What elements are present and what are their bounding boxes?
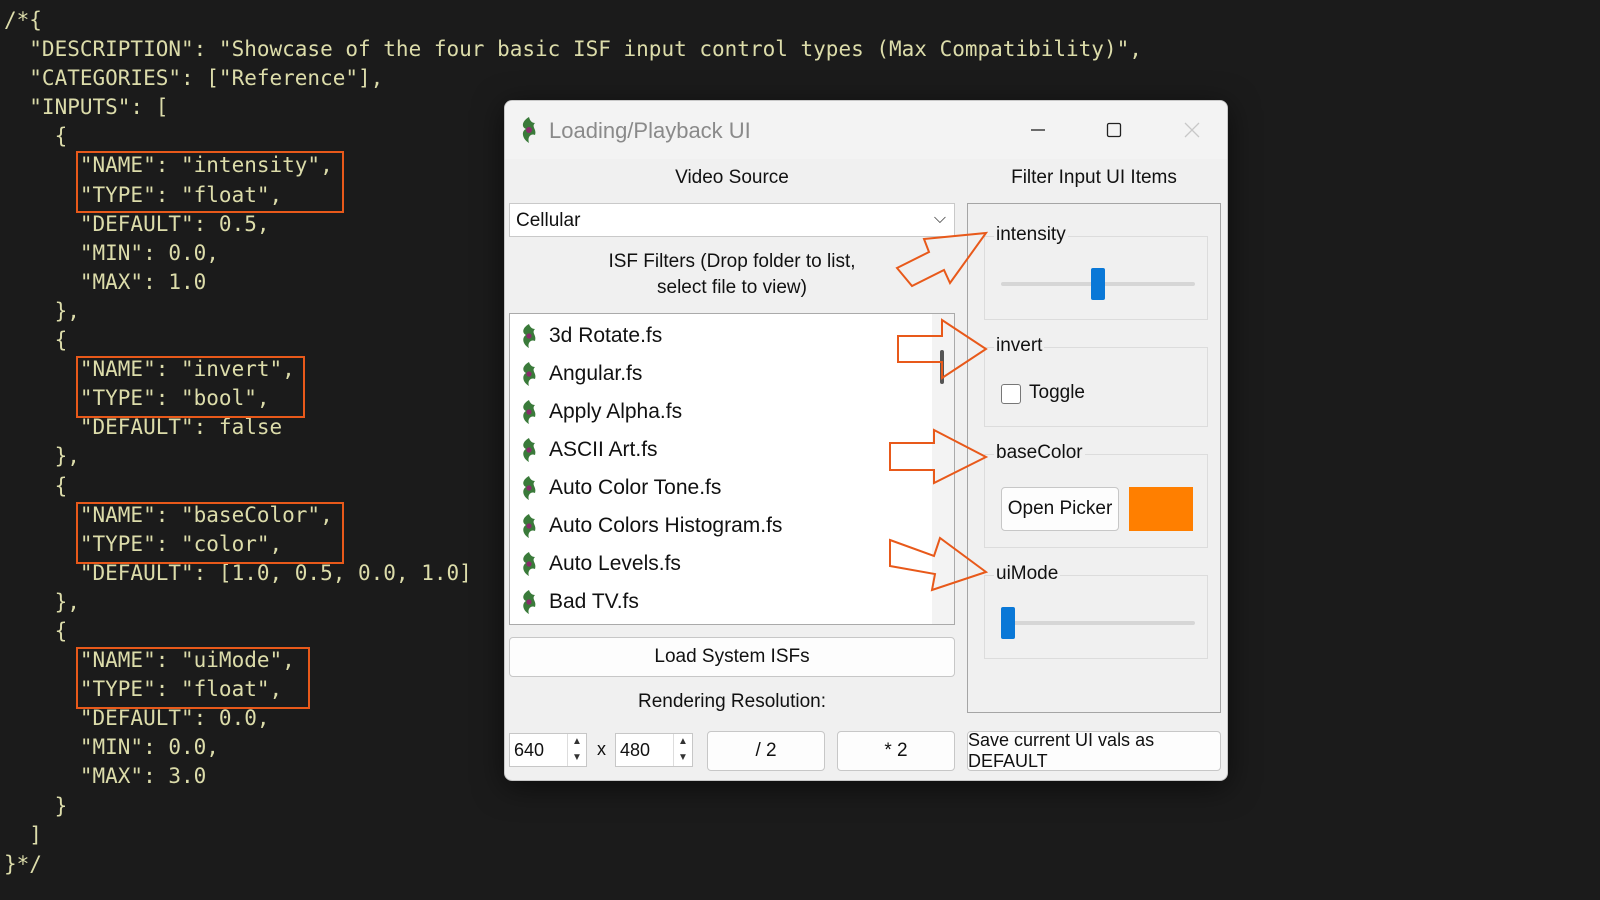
open-picker-button[interactable]: Open Picker bbox=[1001, 487, 1119, 531]
half-resolution-button[interactable]: / 2 bbox=[707, 731, 825, 771]
uimode-slider-track[interactable] bbox=[1001, 621, 1195, 625]
resolution-width-value: 640 bbox=[514, 740, 545, 760]
spin-arrows-icon[interactable]: ▲ ▼ bbox=[673, 734, 692, 766]
resolution-width-spinbox[interactable]: 640 ▲ ▼ bbox=[509, 733, 587, 767]
resolution-separator: x bbox=[597, 739, 606, 759]
video-source-label: Video Source bbox=[675, 167, 789, 188]
uimode-group bbox=[984, 575, 1208, 659]
code-line: "DESCRIPTION": "Showcase of the four bas… bbox=[4, 37, 1142, 62]
basecolor-label: baseColor bbox=[994, 442, 1085, 464]
uimode-label: uiMode bbox=[994, 563, 1061, 585]
uimode-slider-handle[interactable] bbox=[1001, 607, 1015, 639]
highlight-box-uimode bbox=[76, 647, 310, 709]
file-icon bbox=[523, 362, 536, 386]
file-icon bbox=[523, 514, 536, 538]
list-scrollbar[interactable] bbox=[932, 314, 954, 624]
minimize-icon[interactable] bbox=[1015, 113, 1061, 147]
file-icon bbox=[523, 400, 536, 424]
app-icon bbox=[522, 117, 536, 143]
invert-toggle-label: Toggle bbox=[1029, 382, 1085, 403]
file-icon bbox=[523, 476, 536, 500]
load-system-isfs-button[interactable]: Load System ISFs bbox=[509, 637, 955, 677]
list-item-label: Apply Alpha.fs bbox=[549, 400, 683, 423]
list-item[interactable]: 3d Rotate.fs bbox=[518, 317, 662, 355]
list-item[interactable]: Apply Alpha.fs bbox=[518, 393, 682, 431]
invert-checkbox[interactable] bbox=[1001, 384, 1021, 404]
invert-group: Toggle bbox=[984, 347, 1208, 427]
list-item-label: ASCII Art.fs bbox=[549, 438, 658, 461]
intensity-slider-handle[interactable] bbox=[1091, 268, 1105, 300]
highlight-box-invert bbox=[76, 356, 305, 418]
title-bar[interactable]: Loading/Playback UI bbox=[505, 101, 1227, 159]
invert-label: invert bbox=[994, 335, 1045, 357]
basecolor-group: Open Picker bbox=[984, 454, 1208, 548]
color-swatch[interactable] bbox=[1129, 487, 1193, 531]
resolution-height-spinbox[interactable]: 480 ▲ ▼ bbox=[615, 733, 693, 767]
code-line: }*/ bbox=[4, 851, 42, 876]
isf-filters-label-line2: select file to view) bbox=[657, 277, 807, 298]
list-item-label: Auto Color Tone.fs bbox=[549, 476, 722, 499]
spin-arrows-icon[interactable]: ▲ ▼ bbox=[567, 734, 586, 766]
playback-window: Loading/Playback UI Video Source Filter … bbox=[504, 100, 1228, 781]
isf-filters-label: ISF Filters (Drop folder to list, select… bbox=[509, 249, 955, 301]
chevron-down-icon: ⌵ bbox=[933, 210, 946, 227]
file-icon bbox=[523, 590, 536, 614]
intensity-group bbox=[984, 236, 1208, 320]
code-line: /*{ bbox=[4, 8, 42, 32]
maximize-icon[interactable] bbox=[1091, 113, 1137, 147]
file-icon bbox=[523, 552, 536, 576]
list-item-label: Auto Colors Histogram.fs bbox=[549, 514, 783, 537]
code-line: "CATEGORIES": ["Reference"], bbox=[4, 66, 384, 91]
double-resolution-button[interactable]: * 2 bbox=[837, 731, 955, 771]
filter-panel-label: Filter Input UI Items bbox=[1011, 167, 1177, 188]
file-icon bbox=[523, 438, 536, 462]
resolution-height-value: 480 bbox=[620, 740, 651, 760]
highlight-box-intensity bbox=[76, 151, 344, 213]
list-item[interactable]: Auto Colors Histogram.fs bbox=[518, 507, 782, 545]
list-item-label: 3d Rotate.fs bbox=[549, 324, 663, 347]
intensity-label: intensity bbox=[994, 224, 1068, 246]
list-item-label: Auto Levels.fs bbox=[549, 552, 681, 575]
file-icon bbox=[523, 324, 536, 348]
list-item-label: Angular.fs bbox=[549, 362, 643, 385]
rendering-resolution-label: Rendering Resolution: bbox=[637, 691, 826, 712]
list-item[interactable]: Auto Color Tone.fs bbox=[518, 469, 721, 507]
list-item[interactable]: Auto Levels.fs bbox=[518, 545, 681, 583]
save-defaults-button[interactable]: Save current UI vals as DEFAULT bbox=[967, 730, 1221, 771]
highlight-box-basecolor bbox=[76, 502, 344, 564]
window-title: Loading/Playback UI bbox=[549, 118, 751, 143]
video-source-value: Cellular bbox=[516, 210, 581, 231]
list-item[interactable]: Bad TV.fs bbox=[518, 583, 639, 621]
list-item[interactable]: ASCII Art.fs bbox=[518, 431, 658, 469]
list-item-label: Bad TV.fs bbox=[549, 590, 639, 613]
code-line: } bbox=[4, 793, 68, 818]
video-source-dropdown[interactable]: Cellular ⌵ bbox=[509, 203, 955, 237]
code-line: ] bbox=[4, 822, 42, 847]
filter-input-panel: intensity Toggle invert Open Picker base… bbox=[967, 203, 1221, 713]
isf-filter-list[interactable]: 3d Rotate.fs Angular.fs Apply Alpha.fs A… bbox=[509, 313, 955, 625]
scrollbar-thumb[interactable] bbox=[940, 350, 944, 384]
isf-filters-label-line1: ISF Filters (Drop folder to list, bbox=[608, 251, 856, 272]
list-item[interactable]: Angular.fs bbox=[518, 355, 642, 393]
close-icon[interactable] bbox=[1169, 113, 1215, 147]
